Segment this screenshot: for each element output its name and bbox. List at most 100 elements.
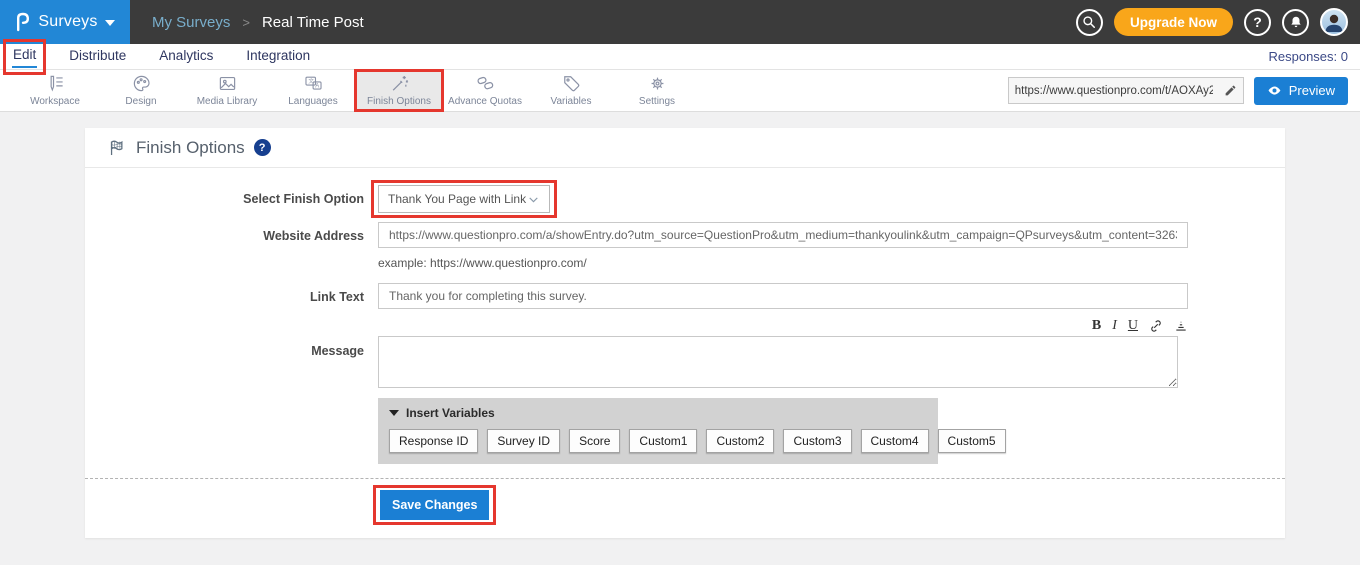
finish-option-label: Select Finish Option (85, 185, 378, 213)
variable-custom1-button[interactable]: Custom1 (629, 429, 697, 453)
search-button[interactable] (1076, 9, 1103, 36)
insert-variables-panel: Insert Variables Response ID Survey ID S… (378, 398, 938, 464)
tab-analytics[interactable]: Analytics (158, 46, 214, 67)
insert-variables-title: Insert Variables (406, 406, 495, 420)
panel-header: Finish Options ? (85, 128, 1285, 168)
eye-icon (1267, 83, 1282, 98)
toolbar-item-finish-options[interactable]: Finish Options (356, 70, 442, 111)
tab-distribute[interactable]: Distribute (68, 46, 127, 67)
preview-label: Preview (1289, 83, 1335, 98)
palette-icon (132, 74, 151, 93)
pencil-icon (1224, 84, 1237, 97)
user-avatar[interactable] (1320, 8, 1348, 36)
breadcrumb-survey-name: Real Time Post (262, 14, 364, 31)
save-changes-label: Save Changes (392, 498, 477, 512)
insert-variables-buttons: Response ID Survey ID Score Custom1 Cust… (389, 429, 927, 453)
toolbar-item-advance-quotas[interactable]: Advance Quotas (442, 70, 528, 111)
message-row: Message B I U (85, 318, 1285, 391)
bell-icon (1289, 15, 1303, 29)
website-address-input[interactable] (378, 222, 1188, 248)
variable-custom5-button[interactable]: Custom5 (938, 429, 1006, 453)
breadcrumb-my-surveys[interactable]: My Surveys (152, 14, 230, 31)
variable-survey-id-button[interactable]: Survey ID (487, 429, 560, 453)
toolbar-item-label: Workspace (30, 96, 80, 107)
link-text-row: Link Text (85, 283, 1285, 309)
finish-option-row: Select Finish Option Thank You Page with… (85, 185, 1285, 213)
survey-url-input[interactable] (1009, 85, 1219, 97)
flag-icon (108, 138, 127, 157)
insert-link-button[interactable] (1149, 319, 1163, 333)
link-text-input[interactable] (378, 283, 1188, 309)
toolbar-item-label: Finish Options (367, 96, 431, 107)
link-text-label: Link Text (85, 283, 378, 309)
responses-count: Responses: 0 (1269, 49, 1349, 64)
toolbar-item-label: Variables (551, 96, 592, 107)
variable-custom4-button[interactable]: Custom4 (861, 429, 929, 453)
bold-button[interactable]: B (1092, 319, 1101, 333)
topbar-actions: Upgrade Now ? (1076, 8, 1360, 36)
message-label: Message (85, 318, 378, 391)
toolbar-item-settings[interactable]: Settings (614, 70, 700, 111)
variable-custom3-button[interactable]: Custom3 (783, 429, 851, 453)
finish-options-form: Select Finish Option Thank You Page with… (85, 168, 1285, 536)
website-address-row: Website Address example: https://www.que… (85, 222, 1285, 274)
toolbar-item-variables[interactable]: Variables (528, 70, 614, 111)
gear-icon (648, 74, 667, 93)
toolbar-right: Preview (1008, 70, 1360, 111)
finish-option-value: Thank You Page with Link (388, 192, 526, 206)
underline-button[interactable]: U (1128, 319, 1138, 333)
tab-edit-label: Edit (13, 47, 36, 62)
toolbar-item-label: Advance Quotas (448, 96, 522, 107)
questionpro-p-icon (15, 12, 31, 32)
link-icon (1149, 319, 1163, 333)
italic-button[interactable]: I (1112, 319, 1117, 333)
finish-options-panel: Finish Options ? Select Finish Option Th… (85, 128, 1285, 538)
message-editor-toolbar: B I U (378, 318, 1188, 336)
svg-text:文: 文 (308, 77, 314, 85)
survey-url-box (1008, 77, 1244, 104)
svg-text:A: A (315, 83, 319, 89)
breadcrumb: My Surveys > Real Time Post (152, 14, 364, 31)
search-icon (1082, 15, 1096, 29)
toolbar-item-label: Media Library (197, 96, 258, 107)
workspace-icon (46, 74, 65, 93)
toolbar-item-languages[interactable]: 文 A Languages (270, 70, 356, 111)
image-icon (218, 74, 237, 93)
breadcrumb-separator: > (242, 15, 250, 30)
chain-links-icon (476, 74, 495, 93)
align-icon (1174, 319, 1188, 333)
insert-variables-toggle[interactable]: Insert Variables (389, 406, 927, 420)
toolbar-item-media-library[interactable]: Media Library (184, 70, 270, 111)
message-textarea[interactable] (378, 336, 1178, 388)
upgrade-now-button[interactable]: Upgrade Now (1114, 8, 1233, 36)
toolbar-item-label: Design (125, 96, 156, 107)
finish-options-help-button[interactable]: ? (254, 139, 271, 156)
edit-url-button[interactable] (1219, 78, 1243, 103)
preview-button[interactable]: Preview (1254, 77, 1348, 105)
save-changes-button[interactable]: Save Changes (380, 490, 489, 520)
caret-down-icon (389, 410, 399, 416)
top-bar: Surveys My Surveys > Real Time Post Upgr… (0, 0, 1360, 44)
finish-option-dropdown[interactable]: Thank You Page with Link (378, 185, 550, 213)
avatar-person-icon (1322, 10, 1346, 34)
website-address-example: example: https://www.questionpro.com/ (378, 248, 1285, 274)
tag-icon (562, 74, 581, 93)
notifications-button[interactable] (1282, 9, 1309, 36)
section-tabs: Edit Distribute Analytics Integration Re… (0, 44, 1360, 70)
chevron-down-icon (105, 20, 115, 26)
variable-custom2-button[interactable]: Custom2 (706, 429, 774, 453)
toolbar-item-label: Settings (639, 96, 675, 107)
tab-integration[interactable]: Integration (245, 46, 311, 67)
save-area: Save Changes (85, 478, 1285, 536)
chevron-down-icon (527, 193, 540, 206)
questionpro-logo[interactable]: Surveys (0, 0, 130, 44)
align-button[interactable] (1174, 319, 1188, 333)
toolbar-item-design[interactable]: Design (98, 70, 184, 111)
magic-wand-icon (390, 74, 409, 93)
help-button[interactable]: ? (1244, 9, 1271, 36)
tab-edit[interactable]: Edit (12, 45, 37, 68)
variable-score-button[interactable]: Score (569, 429, 620, 453)
product-name: Surveys (38, 13, 97, 31)
toolbar-item-workspace[interactable]: Workspace (12, 70, 98, 111)
variable-response-id-button[interactable]: Response ID (389, 429, 478, 453)
